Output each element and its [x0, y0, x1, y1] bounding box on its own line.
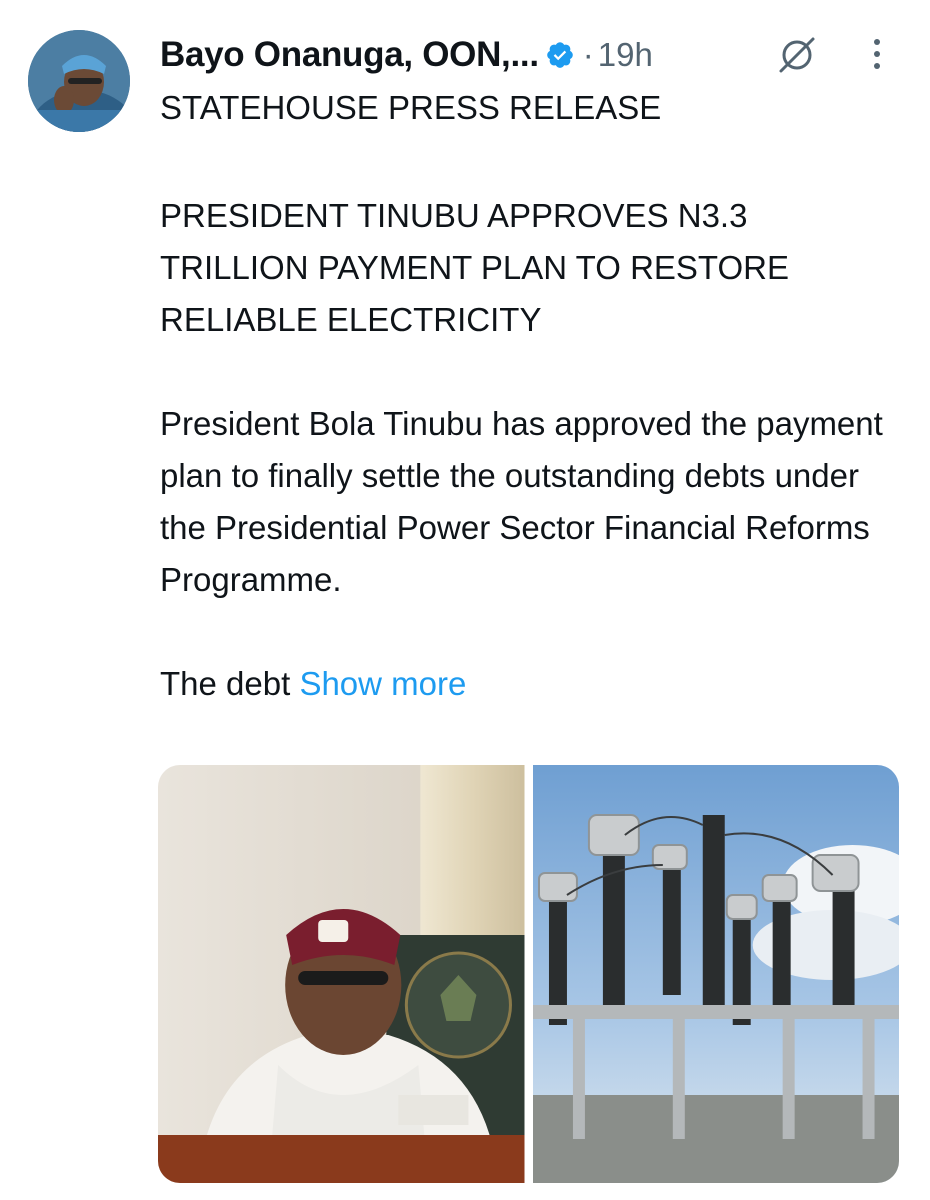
president-photo — [158, 765, 525, 1183]
media-photo-president[interactable] — [158, 765, 525, 1183]
tweet-body: President Bola Tinubu has approved the p… — [160, 405, 892, 598]
tweet-header: Bayo Onanuga, OON,... · 19h — [160, 30, 653, 80]
verified-badge-icon[interactable] — [545, 40, 575, 70]
tweet-headline: PRESIDENT TINUBU APPROVES N3.3 TRILLION … — [160, 197, 799, 338]
separator-dot: · — [582, 36, 594, 73]
media-photo-substation[interactable] — [532, 765, 899, 1183]
show-more-link[interactable]: Show more — [299, 665, 466, 702]
grok-icon[interactable] — [775, 33, 819, 77]
tweet-lead: STATEHOUSE PRESS RELEASE — [160, 89, 662, 126]
tweet-text: STATEHOUSE PRESS RELEASE PRESIDENT TINUB… — [160, 82, 900, 710]
electrical-substation-photo — [532, 765, 899, 1183]
tweet-truncated-line: The debt Show more — [160, 658, 900, 710]
timestamp[interactable]: 19h — [598, 36, 653, 74]
avatar[interactable] — [28, 30, 130, 132]
media-grid — [158, 765, 899, 1183]
author-name[interactable]: Bayo Onanuga, OON,... — [160, 35, 539, 75]
avatar-image — [28, 30, 130, 132]
more-options-icon[interactable] — [862, 34, 892, 78]
tweet-truncated-text: The debt — [160, 665, 291, 702]
